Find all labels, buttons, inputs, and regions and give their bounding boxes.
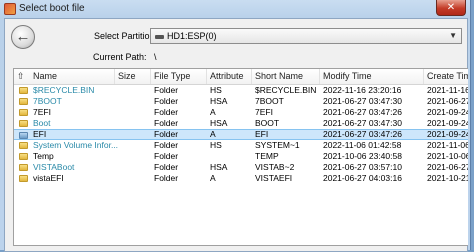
cell-ctime: 2021-10-06 <box>427 151 468 161</box>
cell-mtime: 2022-11-16 23:20:16 <box>323 85 402 95</box>
partition-value: HD1:ESP(0) <box>167 31 217 41</box>
current-path-label: Current Path: <box>93 52 147 62</box>
folder-icon <box>19 142 28 149</box>
cell-attr: A <box>210 130 216 139</box>
cell-attr: HS <box>210 140 222 150</box>
cell-short: VISTAB~2 <box>255 162 295 172</box>
cell-short: VISTAEFI <box>255 173 293 183</box>
cell-ctime: 2021-06-27 <box>427 162 468 172</box>
partition-label: Select Partition: <box>94 31 158 41</box>
cell-type: Folder <box>154 151 179 161</box>
partition-dropdown[interactable]: HD1:ESP(0) ▼ <box>150 28 462 44</box>
cell-ctime: 2021-10-21 <box>427 173 468 183</box>
cell-name: System Volume Infor... <box>33 140 119 150</box>
app-icon <box>4 3 16 15</box>
back-button[interactable]: ← <box>11 25 35 49</box>
column-header-attr[interactable]: Attribute <box>207 69 252 84</box>
cell-ctime: 2021-09-24 <box>427 130 468 139</box>
cell-short: 7BOOT <box>255 96 284 106</box>
boot-file-dialog: Select boot file ✕ ← Select Partition: H… <box>0 0 471 252</box>
chevron-down-icon[interactable]: ▼ <box>449 29 457 43</box>
cell-ctime: 2021-06-27 <box>427 96 468 106</box>
window-title: Select boot file <box>19 3 85 14</box>
cell-name: VISTABoot <box>33 162 75 172</box>
list-item[interactable]: VISTABoot Folder HSA VISTAB~2 2021-06-27 03:… <box>14 162 468 173</box>
dialog-body: ← Select Partition: HD1:ESP(0) ▼ Current… <box>4 18 468 252</box>
current-path-value: \ <box>154 52 157 62</box>
folder-icon <box>19 132 28 139</box>
cell-name: vistaEFI <box>33 173 64 183</box>
cell-short: EFI <box>255 130 269 139</box>
column-header-type[interactable]: File Type <box>151 69 207 84</box>
column-header-short[interactable]: Short Name <box>252 69 320 84</box>
cell-short: TEMP <box>255 151 279 161</box>
cell-mtime: 2021-06-27 03:57:10 <box>323 162 402 172</box>
cell-ctime: 2021-11-16 <box>427 85 468 95</box>
cell-type: Folder <box>154 107 179 117</box>
list-item[interactable]: 7EFI Folder A 7EFI 2021-06-27 03:47:26 2021-0… <box>14 107 468 118</box>
cell-type: Folder <box>154 96 179 106</box>
cell-type: Folder <box>154 130 179 139</box>
cell-type: Folder <box>154 118 179 128</box>
cell-attr: A <box>210 173 216 183</box>
cell-ctime: 2021-11-06 <box>427 140 468 150</box>
cell-short: 7EFI <box>255 107 273 117</box>
cell-name: 7EFI <box>33 107 51 117</box>
cell-ctime: 2021-09-24 <box>427 107 468 117</box>
list-item[interactable]: EFI Folder A EFI 2021-06-27 03:47:26 2021-09-… <box>14 129 468 140</box>
folder-icon <box>19 109 28 116</box>
list-item[interactable]: Boot Folder HSA BOOT 2021-06-27 03:47:30 2021… <box>14 118 468 129</box>
column-header-ctime[interactable]: Create Tim <box>424 69 468 84</box>
column-header-size[interactable]: Size <box>115 69 151 84</box>
cell-mtime: 2021-06-27 03:47:26 <box>323 130 402 139</box>
folder-icon <box>19 175 28 182</box>
cell-mtime: 2021-06-27 03:47:30 <box>323 96 402 106</box>
cell-name: Temp <box>33 151 54 161</box>
cell-mtime: 2021-10-06 23:40:58 <box>323 151 402 161</box>
folder-icon <box>19 153 28 160</box>
cell-name: EFI <box>33 130 47 139</box>
list-item[interactable]: Temp Folder TEMP 2021-10-06 23:40:58 2021-10… <box>14 151 468 162</box>
folder-icon <box>19 120 28 127</box>
cell-mtime: 2021-06-27 04:03:16 <box>323 173 402 183</box>
folder-icon <box>19 87 28 94</box>
cell-attr: HS <box>210 85 222 95</box>
list-item[interactable]: $RECYCLE.BIN Folder HS $RECYCLE.BIN 2022-11-… <box>14 85 468 96</box>
cell-attr: A <box>210 107 216 117</box>
disk-icon <box>155 34 164 39</box>
cell-attr: HSA <box>210 162 228 172</box>
file-list[interactable]: ⇧ Name Size File Type Attribute Short Name Mod… <box>13 68 468 246</box>
cell-name: $RECYCLE.BIN <box>33 85 95 95</box>
cell-type: Folder <box>154 173 179 183</box>
list-item[interactable]: System Volume Infor... Folder HS SYSTEM~1 20… <box>14 140 468 151</box>
cell-type: Folder <box>154 85 179 95</box>
list-header: ⇧ Name Size File Type Attribute Short Name Mod… <box>14 69 468 85</box>
cell-attr: HSA <box>210 96 228 106</box>
cell-short: BOOT <box>255 118 280 128</box>
list-item[interactable]: vistaEFI Folder A VISTAEFI 2021-06-27 04:03:… <box>14 173 468 184</box>
cell-mtime: 2021-06-27 03:47:26 <box>323 107 402 117</box>
cell-attr: HSA <box>210 118 228 128</box>
cell-name: 7BOOT <box>33 96 62 106</box>
column-header-name[interactable]: Name <box>14 69 115 84</box>
cell-ctime: 2021-09-24 <box>427 118 468 128</box>
folder-icon <box>19 164 28 171</box>
close-button[interactable]: ✕ <box>436 0 466 16</box>
cell-short: SYSTEM~1 <box>255 140 300 150</box>
cell-type: Folder <box>154 162 179 172</box>
cell-type: Folder <box>154 140 179 150</box>
column-header-mtime[interactable]: Modify Time <box>320 69 424 84</box>
list-item[interactable]: 7BOOT Folder HSA 7BOOT 2021-06-27 03:47:30 20… <box>14 96 468 107</box>
cell-name: Boot <box>33 118 51 128</box>
cell-mtime: 2022-11-06 01:42:58 <box>323 140 402 150</box>
cell-short: $RECYCLE.BIN <box>255 85 317 95</box>
title-bar[interactable]: Select boot file ✕ <box>0 0 470 18</box>
cell-mtime: 2021-06-27 03:47:30 <box>323 118 402 128</box>
back-arrow-icon: ← <box>15 28 31 45</box>
folder-icon <box>19 98 28 105</box>
